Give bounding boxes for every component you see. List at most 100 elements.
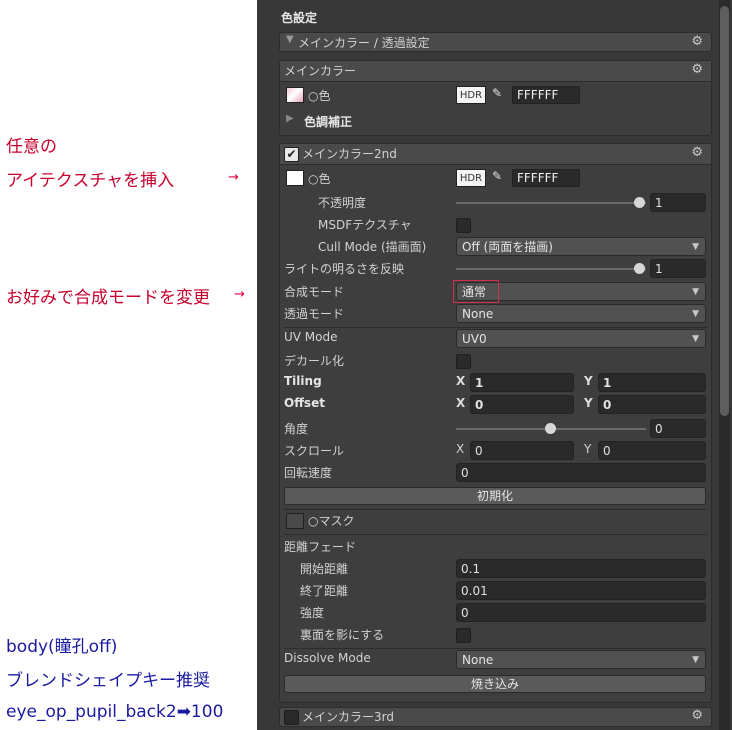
- chevron-down-icon: ▼: [692, 309, 699, 319]
- alpha-label: 透過モード: [284, 307, 345, 321]
- distance-fade-label: 距離フェード: [284, 540, 357, 554]
- blend-label: 合成モード: [284, 285, 345, 299]
- eyedropper-icon[interactable]: ✎: [492, 86, 502, 100]
- scrollbar-thumb[interactable]: [720, 6, 729, 416]
- tiling-y-label: Y: [584, 374, 593, 388]
- opacity-slider-track[interactable]: [456, 202, 646, 204]
- fade-end-field[interactable]: 0.01: [456, 581, 706, 600]
- hdr-swatch[interactable]: HDR: [456, 169, 486, 187]
- light-slider-track[interactable]: [456, 268, 646, 270]
- annotation-body-line3: eye_op_pupil_back2➡100: [6, 702, 224, 722]
- backface-label: 裏面を影にする: [300, 628, 385, 642]
- divider: [284, 648, 707, 649]
- strength-field[interactable]: 0: [456, 603, 706, 622]
- angle-slider-knob[interactable]: [545, 423, 556, 434]
- texture-thumbnail[interactable]: [286, 170, 304, 186]
- main-color-2nd-section: ✔ メインカラー2nd ⚙ ○色 HDR ✎ FFFFFF 不透明度 1 MSD…: [279, 143, 712, 703]
- strength-label: 強度: [300, 606, 325, 620]
- foldout-arrow-icon: ▼: [286, 34, 294, 45]
- chevron-down-icon: ▼: [692, 655, 699, 665]
- hex-field[interactable]: FFFFFF: [512, 86, 580, 104]
- chevron-down-icon: ▼: [692, 242, 699, 252]
- annotation-body-line2: ブレンドシェイプキー推奨: [6, 671, 210, 691]
- uv-label: UV Mode: [284, 330, 338, 344]
- divider: [284, 509, 707, 510]
- eyedropper-icon[interactable]: ✎: [492, 169, 502, 183]
- tiling-x-label: X: [456, 374, 466, 388]
- offset-y-field[interactable]: 0: [598, 395, 706, 414]
- bake-button[interactable]: 焼き込み: [284, 675, 706, 693]
- tiling-x-field[interactable]: 1: [470, 373, 574, 392]
- alpha-dropdown[interactable]: None ▼: [456, 304, 706, 323]
- offset-label: Offset: [284, 396, 325, 410]
- offset-x-field[interactable]: 0: [470, 395, 574, 414]
- dissolve-value: None: [462, 653, 494, 667]
- scroll-y-field[interactable]: 0: [598, 441, 706, 460]
- gear-icon[interactable]: ⚙: [691, 708, 703, 723]
- mask-label: ○マスク: [308, 514, 355, 528]
- color-label: ○色: [308, 172, 331, 186]
- gear-icon[interactable]: ⚙: [691, 62, 703, 77]
- hex-field[interactable]: FFFFFF: [512, 169, 580, 187]
- uv-value: UV0: [462, 332, 487, 346]
- gear-icon[interactable]: ⚙: [691, 145, 703, 160]
- rotation-field[interactable]: 0: [456, 463, 706, 482]
- annotation-body-line1: body(瞳孔off): [6, 637, 118, 657]
- main-color-3rd-header[interactable]: メインカラー3rd ⚙: [279, 707, 712, 727]
- cull-label: Cull Mode (描画面): [318, 240, 427, 254]
- main-color-header[interactable]: メインカラー ⚙: [280, 61, 711, 82]
- msdf-checkbox[interactable]: [456, 218, 471, 233]
- light-slider-knob[interactable]: [634, 263, 645, 274]
- main-color-2nd-title: メインカラー2nd: [302, 147, 397, 161]
- color-well[interactable]: HDR ✎ FFFFFF: [456, 86, 580, 104]
- chevron-down-icon: ▼: [692, 287, 699, 297]
- opacity-label: 不透明度: [318, 196, 367, 210]
- fade-start-label: 開始距離: [300, 562, 349, 576]
- color-well[interactable]: HDR ✎ FFFFFF: [456, 169, 580, 187]
- annotation-texture-line1: 任意の: [6, 137, 57, 157]
- decal-label: デカール化: [284, 354, 345, 368]
- scroll-label: スクロール: [284, 444, 345, 458]
- alpha-value: None: [462, 307, 494, 321]
- chevron-down-icon: ▼: [692, 334, 699, 344]
- light-label: ライトの明るさを反映: [284, 262, 405, 276]
- decal-checkbox[interactable]: [456, 354, 471, 369]
- main-color-title: メインカラー: [284, 64, 357, 78]
- fade-start-field[interactable]: 0.1: [456, 559, 706, 578]
- offset-x-label: X: [456, 396, 466, 410]
- cull-dropdown[interactable]: Off (両面を描画) ▼: [456, 237, 706, 256]
- reset-button[interactable]: 初期化: [284, 487, 706, 505]
- opacity-slider-knob[interactable]: [634, 197, 645, 208]
- texture-thumbnail[interactable]: [286, 87, 304, 103]
- gear-icon[interactable]: ⚙: [691, 34, 703, 49]
- backface-checkbox[interactable]: [456, 628, 471, 643]
- angle-label: 角度: [284, 422, 309, 436]
- inspector-panel: 色設定 ▼ メインカラー / 透過設定 ⚙ メインカラー ⚙ ○色 HDR ✎ …: [257, 0, 732, 730]
- dissolve-dropdown[interactable]: None ▼: [456, 650, 706, 669]
- divider: [284, 534, 707, 535]
- enable-checkbox[interactable]: ✔: [284, 147, 299, 162]
- blend-highlight-box: [453, 280, 499, 303]
- mask-thumbnail[interactable]: [286, 513, 304, 529]
- color-settings-title: 色設定: [281, 11, 318, 25]
- annotation-blend: お好みで合成モードを変更: [6, 288, 210, 308]
- enable-checkbox[interactable]: [284, 710, 299, 725]
- color-adjust-foldout[interactable]: 色調補正: [304, 113, 352, 130]
- scroll-x-field[interactable]: 0: [470, 441, 574, 460]
- angle-field[interactable]: 0: [650, 419, 706, 438]
- tiling-y-field[interactable]: 1: [598, 373, 706, 392]
- foldout-label: メインカラー / 透過設定: [298, 36, 430, 50]
- divider: [284, 327, 707, 328]
- fade-end-label: 終了距離: [300, 584, 349, 598]
- light-field[interactable]: 1: [650, 259, 706, 278]
- opacity-field[interactable]: 1: [650, 193, 706, 212]
- scroll-y-label: Y: [584, 442, 592, 456]
- collapsed-arrow-icon: ▶: [286, 113, 294, 124]
- hdr-swatch[interactable]: HDR: [456, 86, 486, 104]
- cull-value: Off (両面を描画): [462, 240, 553, 254]
- uv-dropdown[interactable]: UV0 ▼: [456, 329, 706, 348]
- main-color-2nd-header[interactable]: ✔ メインカラー2nd ⚙: [280, 144, 711, 165]
- tiling-label: Tiling: [284, 374, 322, 388]
- offset-y-label: Y: [584, 396, 593, 410]
- main-color-transparency-foldout[interactable]: ▼ メインカラー / 透過設定 ⚙: [279, 32, 712, 52]
